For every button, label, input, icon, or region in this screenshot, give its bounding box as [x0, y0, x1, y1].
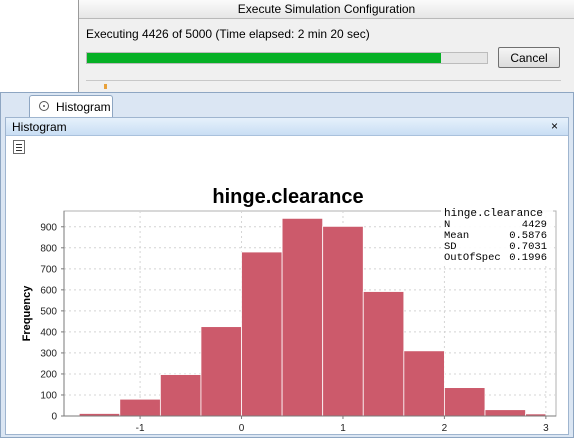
y-tick-label: 100: [40, 390, 57, 401]
y-axis-label: Frequency: [21, 285, 33, 342]
histogram-bar: [322, 225, 364, 417]
dialog-separator: [86, 80, 561, 81]
progress-status-text: Executing 4426 of 5000 (Time elapsed: 2 …: [86, 27, 370, 41]
dialog-title: Execute Simulation Configuration: [79, 0, 574, 19]
tab-label: Histogram: [56, 100, 111, 114]
histogram-bar: [444, 387, 486, 417]
x-tick-label: 3: [543, 423, 549, 434]
y-tick-label: 900: [40, 222, 57, 233]
y-tick-label: 400: [40, 327, 57, 338]
x-tick-label: -1: [136, 423, 145, 434]
y-tick-label: 0: [51, 412, 57, 423]
stats-label: OutOfSpec: [444, 252, 501, 264]
y-tick-label: 300: [40, 348, 57, 359]
histogram-panel: Histogram × 0 100 200 300 400 500 600 700 800 900…: [5, 117, 569, 435]
histogram-bar: [119, 398, 161, 417]
chart-title: hinge.clearance: [212, 186, 363, 208]
x-tick-label: 1: [340, 423, 346, 434]
y-tick-label: 800: [40, 243, 57, 254]
histogram-chart: 0 100 200 300 400 500 600 700 800 900 -1 0 1 2 3 hinge.…: [21, 186, 557, 434]
simulation-progress-dialog: Execute Simulation Configuration Executi…: [78, 0, 574, 92]
tab-histogram[interactable]: Histogram: [29, 95, 113, 117]
histogram-bar: [241, 251, 283, 417]
histogram-bar: [484, 409, 526, 417]
histogram-bar: [281, 217, 324, 417]
progress-bar-fill: [87, 53, 442, 63]
x-tick-label: 0: [239, 423, 245, 434]
progress-bar: [86, 52, 488, 64]
stats-value: 0.1996: [509, 252, 547, 264]
histogram-bar: [362, 291, 405, 417]
x-tick-label: 2: [442, 423, 448, 434]
y-tick-label: 200: [40, 369, 57, 380]
y-tick-label: 500: [40, 306, 57, 317]
histogram-bar: [159, 374, 202, 417]
cancel-button[interactable]: Cancel: [498, 47, 560, 68]
dialog-warning-mark: [104, 84, 107, 89]
y-tick-label: 700: [40, 264, 57, 275]
y-tick-label: 600: [40, 285, 57, 296]
histogram-bar: [200, 326, 242, 417]
histogram-window: Histogram Histogram × 0 100 200 300 400 500 60…: [0, 92, 574, 438]
histogram-bar: [403, 350, 445, 417]
histogram-tab-icon: [39, 101, 49, 111]
